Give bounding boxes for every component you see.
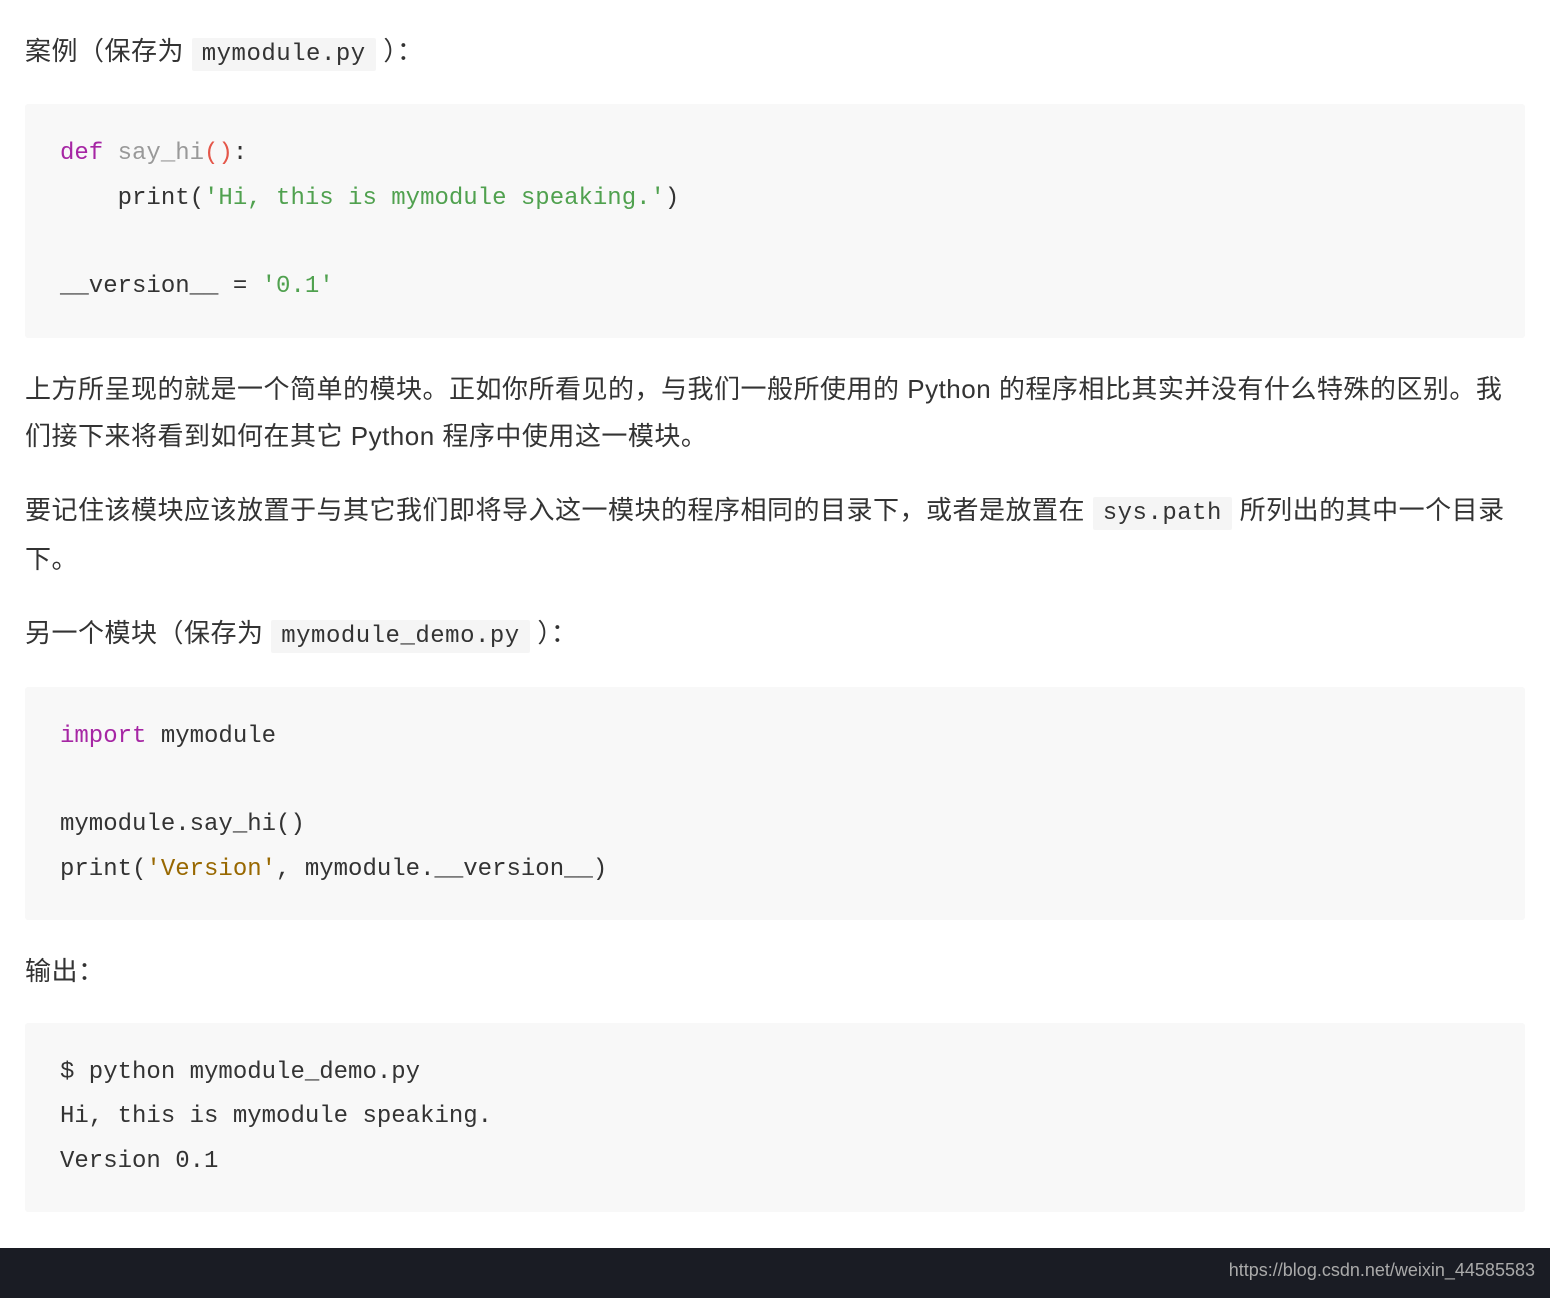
string-literal: 'Hi, this is mymodule speaking.' <box>204 185 665 212</box>
variable-assign: __version__ = <box>60 273 262 300</box>
text-prefix: 另一个模块（保存为 <box>25 618 271 648</box>
text-prefix: 案例（保存为 <box>25 36 192 66</box>
close-paren: ) <box>665 185 679 212</box>
paragraph-output-label: 输出： <box>25 948 1525 995</box>
watermark-text: https://blog.csdn.net/weixin_44585583 <box>1229 1254 1535 1286</box>
colon: : <box>233 140 247 167</box>
code-line: mymodule.say_hi() <box>60 811 305 838</box>
inline-code-demo-filename: mymodule_demo.py <box>271 620 529 653</box>
module-name: mymodule <box>146 723 276 750</box>
string-literal: 'Version' <box>146 856 276 883</box>
paragraph-syspath: 要记住该模块应该放置于与其它我们即将导入这一模块的程序相同的目录下，或者是放置在… <box>25 487 1525 582</box>
code-block-mymodule: def say_hi(): print('Hi, this is mymodul… <box>25 104 1525 338</box>
paragraph-example-intro: 案例（保存为 mymodule.py ）： <box>25 28 1525 76</box>
keyword-def: def <box>60 140 103 167</box>
inline-code-syspath: sys.path <box>1093 497 1232 530</box>
code-prefix: print( <box>60 856 146 883</box>
code-suffix: , mymodule.__version__) <box>276 856 607 883</box>
text-suffix: ）： <box>376 36 424 66</box>
code-block-demo: import mymodule mymodule.say_hi() print(… <box>25 687 1525 921</box>
output-line: Version 0.1 <box>60 1148 218 1175</box>
keyword-import: import <box>60 723 146 750</box>
inline-code-filename: mymodule.py <box>192 38 376 71</box>
string-literal: '0.1' <box>262 273 334 300</box>
text-suffix: ）： <box>530 618 578 648</box>
output-line: $ python mymodule_demo.py <box>60 1059 420 1086</box>
text-prefix: 要记住该模块应该放置于与其它我们即将导入这一模块的程序相同的目录下，或者是放置在 <box>25 495 1093 525</box>
paragraph-explanation: 上方所呈现的就是一个简单的模块。正如你所看见的，与我们一般所使用的 Python… <box>25 366 1525 460</box>
paragraph-demo-intro: 另一个模块（保存为 mymodule_demo.py ）： <box>25 610 1525 658</box>
output-line: Hi, this is mymodule speaking. <box>60 1103 492 1130</box>
code-block-output: $ python mymodule_demo.py Hi, this is my… <box>25 1023 1525 1212</box>
parens: () <box>204 140 233 167</box>
function-name: say_hi <box>118 140 204 167</box>
code-indent: print( <box>60 185 204 212</box>
